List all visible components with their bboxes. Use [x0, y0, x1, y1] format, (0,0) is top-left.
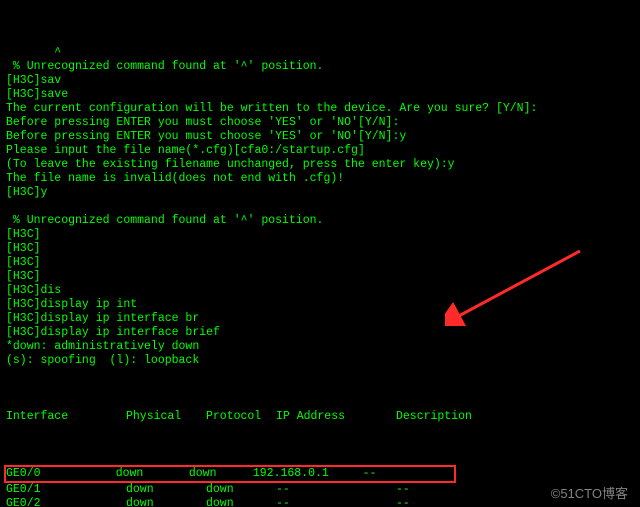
cell-interface: GE0/2 — [6, 497, 126, 507]
terminal-line: [H3C]dis — [6, 284, 634, 298]
table-row: GE0/0downdown192.168.0.1-- — [4, 465, 456, 483]
terminal-line: [H3C]save — [6, 88, 634, 102]
terminal-line: [H3C]sav — [6, 74, 634, 88]
cell-protocol: down — [206, 497, 276, 507]
terminal-line: [H3C] — [6, 242, 634, 256]
terminal-line: [H3C] — [6, 228, 634, 242]
cell-protocol: down — [189, 467, 253, 481]
terminal-line — [6, 200, 634, 214]
cell-ip: -- — [276, 483, 396, 497]
cell-physical: down — [126, 497, 206, 507]
cell-ip: -- — [276, 497, 396, 507]
terminal-line: [H3C] — [6, 256, 634, 270]
interface-table-body: GE0/0downdown192.168.0.1--GE0/1downdown-… — [6, 465, 634, 507]
terminal-line: [H3C]display ip interface brief — [6, 326, 634, 340]
terminal-line: ^ — [6, 46, 634, 60]
terminal-line: % Unrecognized command found at '^' posi… — [6, 214, 634, 228]
pre-table-lines: ^ % Unrecognized command found at '^' po… — [6, 46, 634, 368]
cell-description: -- — [396, 483, 496, 497]
terminal-line: % Unrecognized command found at '^' posi… — [6, 60, 634, 74]
col-header-interface: Interface — [6, 410, 126, 424]
terminal-line: [H3C] — [6, 270, 634, 284]
col-header-protocol: Protocol — [206, 410, 276, 424]
cell-ip: 192.168.0.1 — [253, 467, 363, 481]
watermark-text: ©51CTO博客 — [551, 487, 628, 501]
cell-interface: GE0/0 — [6, 467, 116, 481]
col-header-ip: IP Address — [276, 410, 396, 424]
cell-interface: GE0/1 — [6, 483, 126, 497]
terminal-line: Before pressing ENTER you must choose 'Y… — [6, 116, 634, 130]
cell-protocol: down — [206, 483, 276, 497]
terminal-line: Before pressing ENTER you must choose 'Y… — [6, 130, 634, 144]
cell-physical: down — [126, 483, 206, 497]
cell-description: -- — [363, 467, 454, 481]
cell-description: -- — [396, 497, 496, 507]
table-row: GE0/1downdown---- — [6, 483, 634, 497]
terminal-line: [H3C]display ip int — [6, 298, 634, 312]
table-row: GE0/2downdown---- — [6, 497, 634, 507]
terminal-output[interactable]: ^ % Unrecognized command found at '^' po… — [0, 0, 640, 507]
terminal-line: The file name is invalid(does not end wi… — [6, 172, 634, 186]
terminal-line: [H3C]display ip interface br — [6, 312, 634, 326]
cell-physical: down — [116, 467, 189, 481]
terminal-line: *down: administratively down — [6, 340, 634, 354]
terminal-line: [H3C]y — [6, 186, 634, 200]
terminal-line: Please input the file name(*.cfg)[cfa0:/… — [6, 144, 634, 158]
terminal-line: (To leave the existing filename unchange… — [6, 158, 634, 172]
col-header-physical: Physical — [126, 410, 206, 424]
col-header-desc: Description — [396, 410, 496, 424]
interface-table-header: Interface Physical Protocol IP Address D… — [6, 410, 634, 424]
terminal-line: (s): spoofing (l): loopback — [6, 354, 634, 368]
terminal-line: The current configuration will be writte… — [6, 102, 634, 116]
